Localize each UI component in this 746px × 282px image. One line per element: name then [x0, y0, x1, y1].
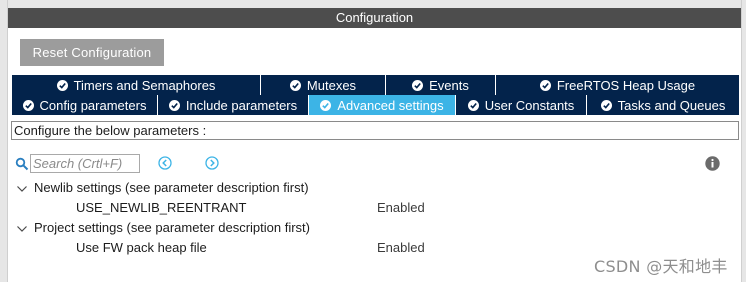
tree-group-newlib-settings[interactable]: Newlib settings (see parameter descripti…: [16, 179, 309, 197]
tab-label: Advanced settings: [337, 97, 444, 113]
tab-label: Include parameters: [185, 97, 298, 113]
tab-timers-and-semaphores[interactable]: Timers and Semaphores: [12, 75, 261, 95]
tab-config-parameters[interactable]: Config parameters: [12, 95, 158, 115]
tree-group-project-settings[interactable]: Project settings (see parameter descript…: [16, 219, 310, 237]
check-circle-icon: [600, 99, 612, 111]
search-input[interactable]: [30, 154, 140, 173]
chevron-right-circle-icon[interactable]: [205, 156, 219, 170]
window-top-strip: [8, 0, 741, 8]
check-circle-icon: [320, 99, 332, 111]
panel-title: Configuration: [8, 8, 741, 28]
tab-row-2: Config parameters Include parameters Adv…: [12, 95, 739, 115]
reset-configuration-button[interactable]: Reset Configuration: [20, 39, 164, 66]
param-name-use-fw-pack-heap-file[interactable]: Use FW pack heap file: [76, 239, 207, 257]
param-value-use-fw-pack-heap-file[interactable]: Enabled: [377, 239, 425, 257]
check-circle-icon: [289, 79, 301, 91]
tab-label: Mutexes: [306, 77, 357, 93]
tab-label: Timers and Semaphores: [73, 77, 216, 93]
chevron-left-circle-icon[interactable]: [158, 156, 172, 170]
tab-label: Events: [429, 77, 469, 93]
search-icon[interactable]: [15, 157, 29, 171]
watermark: CSDN @天和地丰: [594, 257, 728, 276]
check-circle-icon: [56, 79, 68, 91]
check-circle-icon: [412, 79, 424, 91]
panel-left-border: [0, 0, 8, 282]
tab-include-parameters[interactable]: Include parameters: [158, 95, 309, 115]
check-circle-icon: [539, 79, 551, 91]
tab-events[interactable]: Events: [386, 75, 496, 95]
check-circle-icon: [467, 99, 479, 111]
check-circle-icon: [168, 99, 180, 111]
panel-right-border: [741, 0, 746, 282]
description-text: Configure the below parameters :: [14, 123, 207, 138]
tab-label: FreeRTOS Heap Usage: [556, 77, 696, 93]
tab-freertos-heap-usage[interactable]: FreeRTOS Heap Usage: [496, 75, 739, 95]
chevron-down-icon[interactable]: [16, 184, 28, 194]
tab-user-constants[interactable]: User Constants: [456, 95, 587, 115]
group-label: Project settings (see parameter descript…: [34, 220, 310, 235]
param-name-use-newlib-reentrant[interactable]: USE_NEWLIB_REENTRANT: [76, 199, 246, 217]
tab-label: Tasks and Queues: [617, 97, 726, 113]
tab-label: User Constants: [484, 97, 575, 113]
parameter-description-box: Configure the below parameters :: [11, 121, 739, 140]
tab-tasks-and-queues[interactable]: Tasks and Queues: [587, 95, 739, 115]
tab-advanced-settings[interactable]: Advanced settings: [309, 95, 456, 115]
group-label: Newlib settings (see parameter descripti…: [34, 180, 309, 195]
check-circle-icon: [22, 99, 34, 111]
tab-label: Config parameters: [39, 97, 147, 113]
tab-mutexes[interactable]: Mutexes: [261, 75, 386, 95]
info-icon[interactable]: [705, 156, 720, 171]
param-value-use-newlib-reentrant[interactable]: Enabled: [377, 199, 425, 217]
tab-row-1: Timers and Semaphores Mutexes Events Fre…: [12, 75, 739, 95]
chevron-down-icon[interactable]: [16, 224, 28, 234]
